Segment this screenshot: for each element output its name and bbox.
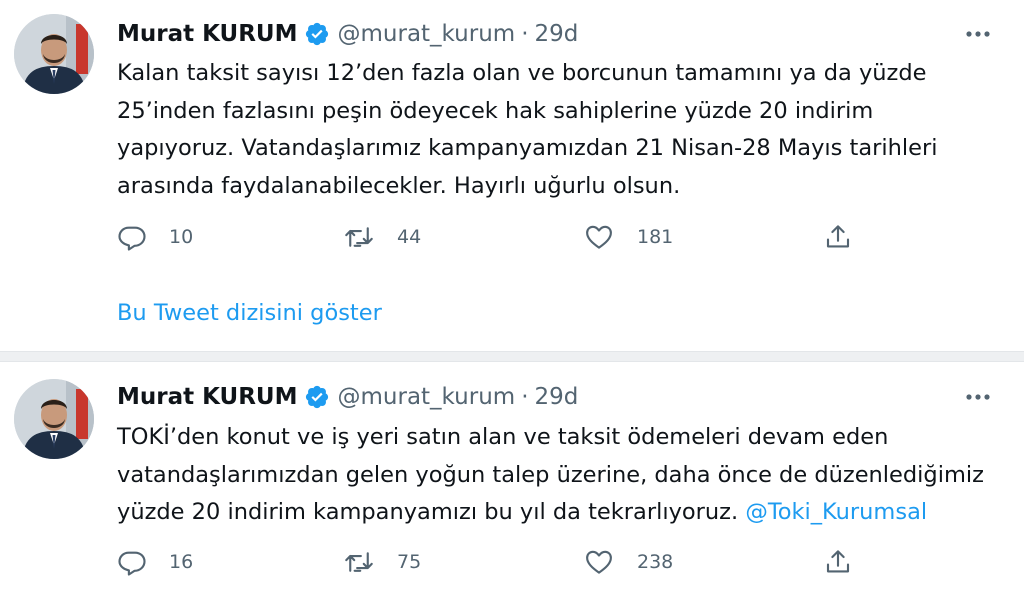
like-button[interactable]: 238: [583, 545, 673, 579]
like-count: 238: [637, 551, 674, 573]
retweet-count: 44: [397, 226, 422, 248]
reply-icon: [117, 222, 147, 252]
author-name[interactable]: Murat KURUM: [117, 21, 298, 47]
more-options-icon[interactable]: [958, 382, 998, 412]
retweet-button[interactable]: 44: [343, 220, 421, 254]
separator-dot: ·: [521, 21, 529, 47]
retweet-icon: [343, 547, 375, 577]
mention-link[interactable]: @Toki_Kurumsal: [745, 499, 927, 525]
heart-icon: [583, 547, 615, 577]
tweet-actions: 16 75 238: [117, 545, 877, 579]
share-button[interactable]: [823, 220, 853, 254]
tweet-text: Kalan taksit sayısı 12’den fazla olan ve…: [117, 55, 1007, 205]
timestamp[interactable]: 29d: [535, 21, 579, 47]
tweet-text-segment: yüzde 20 indirim kampanyamızı bu yıl da …: [117, 499, 746, 525]
tweet-text-line: TOKİ’den konut ve iş yeri satın alan ve …: [117, 424, 889, 450]
tweet[interactable]: Murat KURUM @murat_kurum · 29d Kalan tak…: [0, 0, 1024, 352]
verified-badge-icon: [304, 21, 330, 47]
reply-button[interactable]: 16: [117, 545, 193, 579]
like-button[interactable]: 181: [583, 220, 673, 254]
share-button[interactable]: [823, 545, 853, 579]
heart-icon: [583, 222, 615, 252]
reply-icon: [117, 547, 147, 577]
tweet-actions: 10 44 181: [117, 220, 877, 254]
tweet-text-line: 25’inden fazlasını peşin ödeyecek hak sa…: [117, 97, 874, 124]
reply-count: 16: [169, 551, 194, 573]
reply-count: 10: [169, 226, 194, 248]
author-handle[interactable]: @murat_kurum: [338, 384, 516, 410]
tweet-text-line: Kalan taksit sayısı 12’den fazla olan ve…: [117, 60, 927, 86]
avatar[interactable]: [14, 379, 94, 459]
tweet-text-line: vatandaşlarımızdan gelen yoğun talep üze…: [117, 461, 984, 488]
avatar[interactable]: [14, 14, 94, 94]
tweet-text-line: arasında faydalanabilecekler. Hayırlı uğ…: [117, 172, 681, 199]
separator-dot: ·: [521, 384, 529, 410]
reply-button[interactable]: 10: [117, 220, 193, 254]
tweet-text: TOKİ’den konut ve iş yeri satın alan ve …: [117, 419, 1007, 532]
author-handle[interactable]: @murat_kurum: [338, 21, 516, 47]
share-icon: [823, 547, 853, 577]
like-count: 181: [637, 226, 674, 248]
retweet-count: 75: [397, 551, 422, 573]
author-name[interactable]: Murat KURUM: [117, 384, 298, 410]
more-options-icon[interactable]: [958, 19, 998, 49]
tweet-text-line: yapıyoruz. Vatandaşlarımız kampanyamızda…: [117, 135, 938, 161]
timestamp[interactable]: 29d: [535, 384, 579, 410]
show-thread-link[interactable]: Bu Tweet dizisini göster: [117, 300, 382, 326]
retweet-button[interactable]: 75: [343, 545, 421, 579]
tweet[interactable]: Murat KURUM @murat_kurum · 29d TOKİ’den …: [0, 362, 1024, 611]
tweet-header: Murat KURUM @murat_kurum · 29d: [117, 379, 578, 415]
verified-badge-icon: [304, 384, 330, 410]
share-icon: [823, 222, 853, 252]
tweet-text-line: yüzde 20 indirim kampanyamızı bu yıl da …: [117, 494, 1007, 532]
tweet-header: Murat KURUM @murat_kurum · 29d: [117, 16, 578, 52]
tweet-divider: [0, 351, 1024, 362]
retweet-icon: [343, 222, 375, 252]
